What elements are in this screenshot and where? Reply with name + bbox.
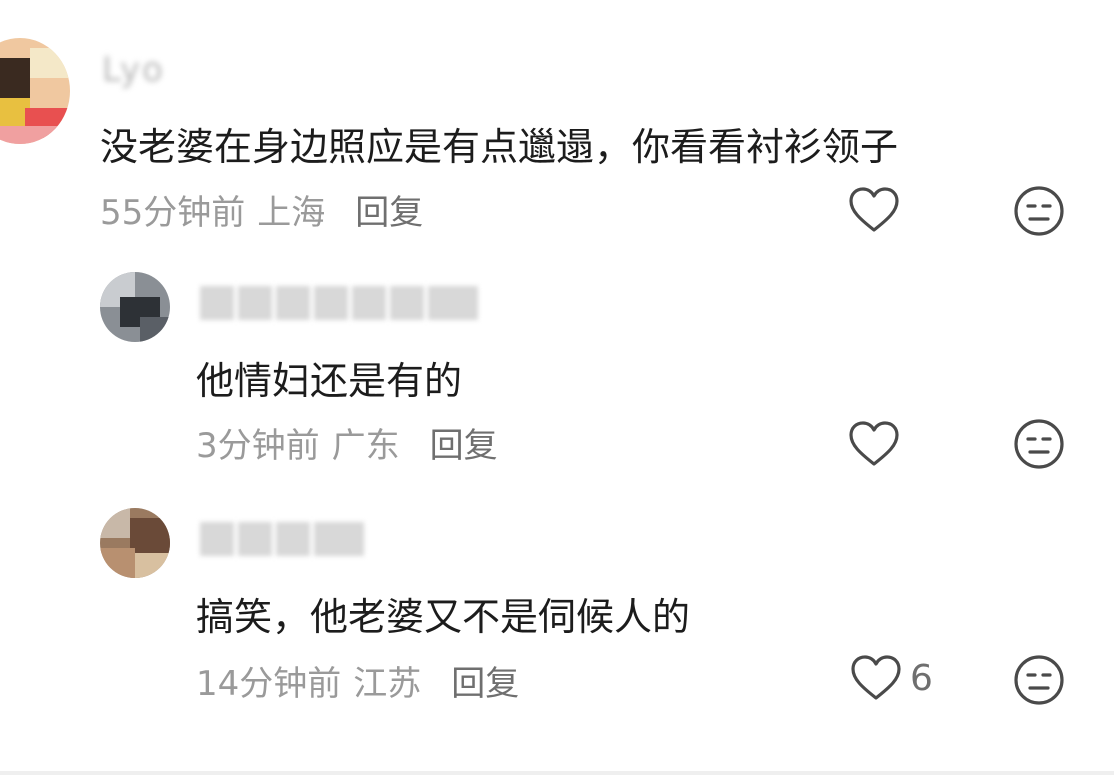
- comment-time: 55分钟前: [100, 193, 246, 233]
- heart-outline-icon: [851, 655, 901, 700]
- comment-text: 没老婆在身边照应是有点邋遢，你看看衬衫领子: [100, 125, 899, 169]
- neutral-face-icon: [1014, 419, 1064, 469]
- reply-item: 搞笑，他老婆又不是伺候人的 14分钟前 江苏 回复 6: [0, 490, 1114, 770]
- reply-item: 他情妇还是有的 3分钟前 广东 回复: [0, 250, 1114, 490]
- username[interactable]: Lyo: [102, 50, 165, 90]
- bottom-divider: [0, 771, 1114, 775]
- comment-time: 3分钟前: [196, 426, 320, 466]
- reply-button[interactable]: 回复: [430, 418, 498, 467]
- neutral-face-icon: [1014, 655, 1064, 705]
- dislike-button[interactable]: [1013, 654, 1065, 710]
- comment-location: 江苏: [353, 664, 422, 704]
- comment-item: Lyo 没老婆在身边照应是有点邋遢，你看看衬衫领子 55分钟前 上海 回复: [0, 0, 1114, 250]
- reply-button[interactable]: 回复: [451, 656, 519, 705]
- like-button[interactable]: 6: [850, 654, 933, 702]
- dislike-button[interactable]: [1013, 185, 1065, 241]
- avatar[interactable]: [0, 38, 70, 144]
- comment-text: 他情妇还是有的: [196, 359, 463, 403]
- comment-location: 上海: [257, 193, 326, 233]
- comment-meta: 3分钟前 广东 回复: [196, 418, 498, 467]
- reply-button[interactable]: 回复: [355, 185, 423, 234]
- avatar[interactable]: [100, 272, 170, 342]
- comment-text: 搞笑，他老婆又不是伺候人的: [196, 595, 691, 639]
- comment-time: 14分钟前: [196, 664, 342, 704]
- like-button[interactable]: [848, 420, 900, 468]
- comment-location: 广东: [331, 426, 400, 466]
- comment-meta: 55分钟前 上海 回复: [100, 185, 423, 234]
- comment-meta: 14分钟前 江苏 回复: [196, 656, 519, 705]
- like-button[interactable]: [848, 186, 900, 234]
- heart-outline-icon: [849, 187, 899, 232]
- heart-outline-icon: [849, 421, 899, 466]
- username[interactable]: [200, 286, 478, 320]
- like-count: 6: [910, 657, 933, 699]
- username[interactable]: [200, 522, 364, 556]
- neutral-face-icon: [1014, 186, 1064, 236]
- avatar[interactable]: [100, 508, 170, 578]
- dislike-button[interactable]: [1013, 418, 1065, 474]
